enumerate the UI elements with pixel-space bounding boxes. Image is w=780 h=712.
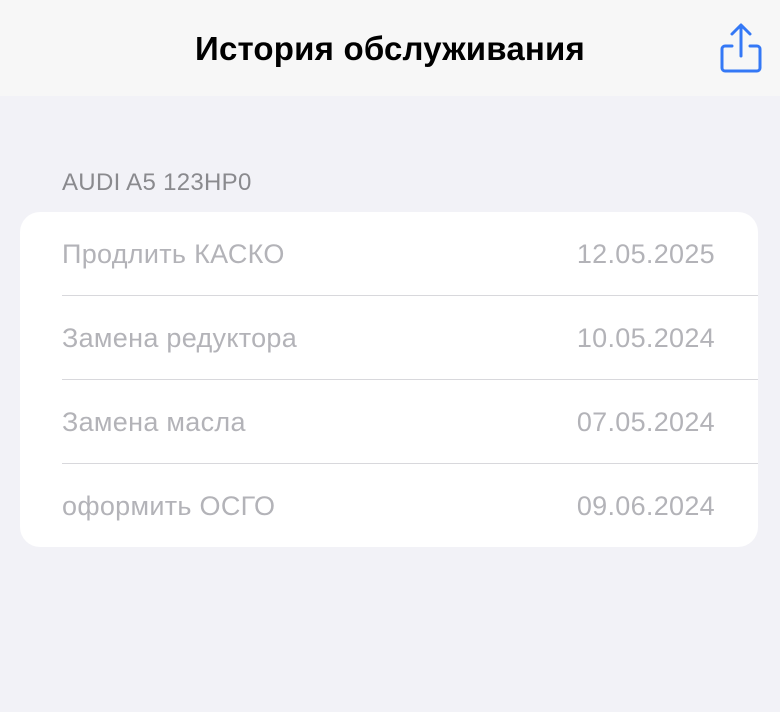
share-icon: [720, 23, 762, 73]
list-item[interactable]: Продлить КАСКО 12.05.2025: [20, 212, 758, 296]
service-date: 09.06.2024: [576, 491, 715, 521]
service-date: 10.05.2024: [576, 323, 715, 353]
service-title: Замена редуктора: [62, 323, 298, 353]
list-item[interactable]: оформить ОСГО 09.06.2024: [20, 464, 758, 547]
navigation-bar: История обслуживания: [0, 0, 780, 96]
vehicle-section-header: AUDI A5 123HP0: [62, 169, 252, 196]
service-title: оформить ОСГО: [62, 491, 276, 521]
list-item[interactable]: Замена редуктора 10.05.2024: [20, 296, 758, 380]
service-history-screen: История обслуживания AUDI A5 123HP0 Прод…: [0, 0, 780, 712]
page-title: История обслуживания: [195, 30, 585, 67]
service-title: Замена масла: [62, 407, 246, 437]
service-date: 07.05.2024: [576, 407, 715, 437]
service-history-list: Продлить КАСКО 12.05.2025 Замена редукто…: [20, 212, 758, 547]
service-title: Продлить КАСКО: [62, 239, 285, 269]
list-item[interactable]: Замена масла 07.05.2024: [20, 380, 758, 464]
share-button[interactable]: [716, 20, 766, 76]
service-date: 12.05.2025: [576, 239, 715, 269]
